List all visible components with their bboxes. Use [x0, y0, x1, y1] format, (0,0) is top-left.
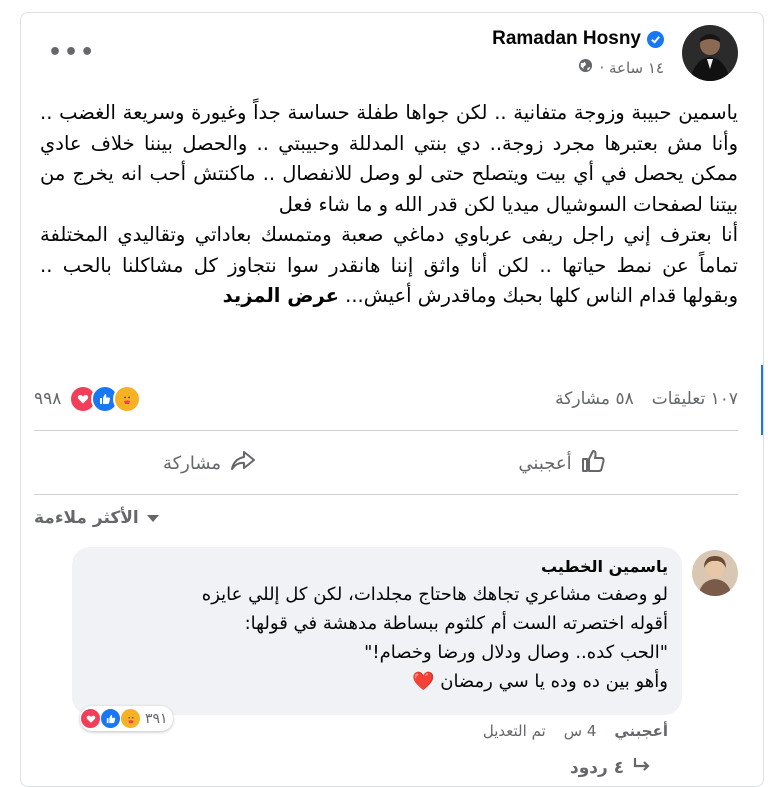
comment-line-4: وأهو بين ده وده يا سي رمضان ❤️ [86, 667, 668, 696]
like-icon [580, 449, 606, 478]
author-name[interactable]: Ramadan Hosny [492, 28, 641, 50]
post-text: ياسمين حبيبة وزوجة متفانية .. لكن جواها … [40, 98, 738, 312]
post-counts: ١٠٧ تعليقات ٥٨ مشاركة ٩٩٨ [34, 384, 738, 414]
comment-reactions[interactable]: ٣٩١ [80, 706, 173, 731]
comment-line-2: أقوله اختصرته الست أم كلثوم ببساطة مدهشة… [244, 613, 668, 634]
love-reaction-icon [80, 708, 101, 729]
reactions-summary[interactable]: ٩٩٨ [34, 385, 142, 413]
comment-line-4-text: وأهو بين ده وده يا سي رمضان [440, 671, 668, 692]
heart-emoji-icon: ❤️ [412, 671, 435, 692]
caret-down-icon [146, 508, 159, 528]
comments-count[interactable]: ١٠٧ تعليقات [652, 389, 738, 409]
care-reaction-icon [113, 385, 142, 413]
post-author[interactable]: Ramadan Hosny [492, 28, 664, 50]
scrollbar-indicator[interactable] [761, 365, 763, 435]
comment-author[interactable]: ياسمين الخطيب [86, 557, 668, 576]
author-avatar[interactable] [682, 25, 738, 81]
shares-count[interactable]: ٥٨ مشاركة [555, 389, 634, 409]
reactions-count[interactable]: ٩٩٨ [34, 389, 61, 409]
comment-line-1: لو وصفت مشاعري تجاهك هاحتاج مجلدات، لكن … [201, 584, 668, 605]
post-paragraph-2-text: أنا بعترف إني راجل ريفى عرباوي دماغي صعب… [40, 223, 738, 307]
divider-top [34, 430, 738, 431]
like-reaction-icon [100, 708, 121, 729]
view-replies-button[interactable]: ٤ ردود [570, 756, 652, 779]
post-meta: ١٤ ساعة · [578, 58, 664, 77]
post-paragraph-2: أنا بعترف إني راجل ريفى عرباوي دماغي صعب… [40, 220, 738, 312]
like-button[interactable]: أعجبني [386, 440, 738, 486]
comment-time[interactable]: 4 س [564, 722, 597, 740]
care-reaction-icon [120, 708, 141, 729]
reaction-icons [69, 385, 142, 413]
reply-arrow-icon [632, 756, 652, 779]
divider-bottom [34, 494, 738, 495]
share-icon [229, 449, 257, 478]
sort-label: الأكثر ملاءمة [34, 508, 139, 528]
commenter-avatar[interactable] [692, 550, 738, 596]
post-paragraph-1: ياسمين حبيبة وزوجة متفانية .. لكن جواها … [40, 101, 738, 216]
comment-text: لو وصفت مشاعري تجاهك هاحتاج مجلدات، لكن … [86, 580, 668, 696]
post-time[interactable]: ١٤ ساعة · [599, 59, 664, 77]
globe-icon [578, 58, 593, 77]
see-more-link[interactable]: عرض المزيد [223, 284, 339, 307]
verified-icon [647, 30, 664, 48]
share-button-label: مشاركة [162, 452, 222, 474]
comment-reactions-count: ٣٩١ [145, 710, 168, 727]
share-button[interactable]: مشاركة [34, 440, 386, 486]
comments-sort-dropdown[interactable]: الأكثر ملاءمة [34, 508, 159, 528]
comment-line-3: "الحب كده.. وصال ودلال ورضا وخصام!" [364, 642, 668, 663]
replies-count: ٤ ردود [570, 757, 625, 778]
comment-edited-label: تم التعديل [482, 722, 546, 740]
post-actions: أعجبني مشاركة [34, 440, 738, 486]
comment-like-button[interactable]: أعجبني [614, 722, 668, 740]
comment-actions: أعجبني 4 س تم التعديل [483, 722, 668, 740]
comment-bubble: ياسمين الخطيب لو وصفت مشاعري تجاهك هاحتا… [72, 547, 682, 715]
post-stats: ١٠٧ تعليقات ٥٨ مشاركة [555, 389, 738, 409]
like-button-label: أعجبني [518, 452, 572, 474]
more-options-button[interactable]: ••• [48, 40, 96, 65]
